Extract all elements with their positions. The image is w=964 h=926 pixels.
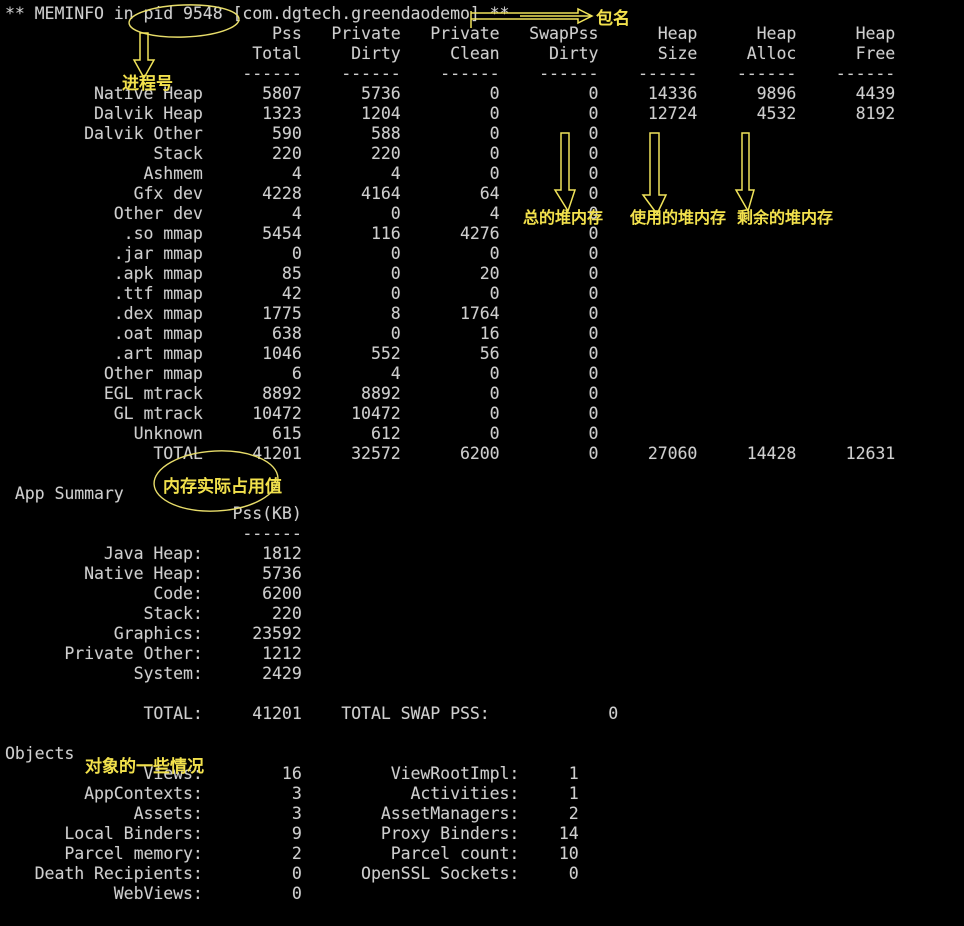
terminal-window: ** MEMINFO in pid 9548 [com.dgtech.green… bbox=[0, 0, 964, 926]
dumpsys-meminfo-console-output: ** MEMINFO in pid 9548 [com.dgtech.green… bbox=[5, 4, 896, 903]
